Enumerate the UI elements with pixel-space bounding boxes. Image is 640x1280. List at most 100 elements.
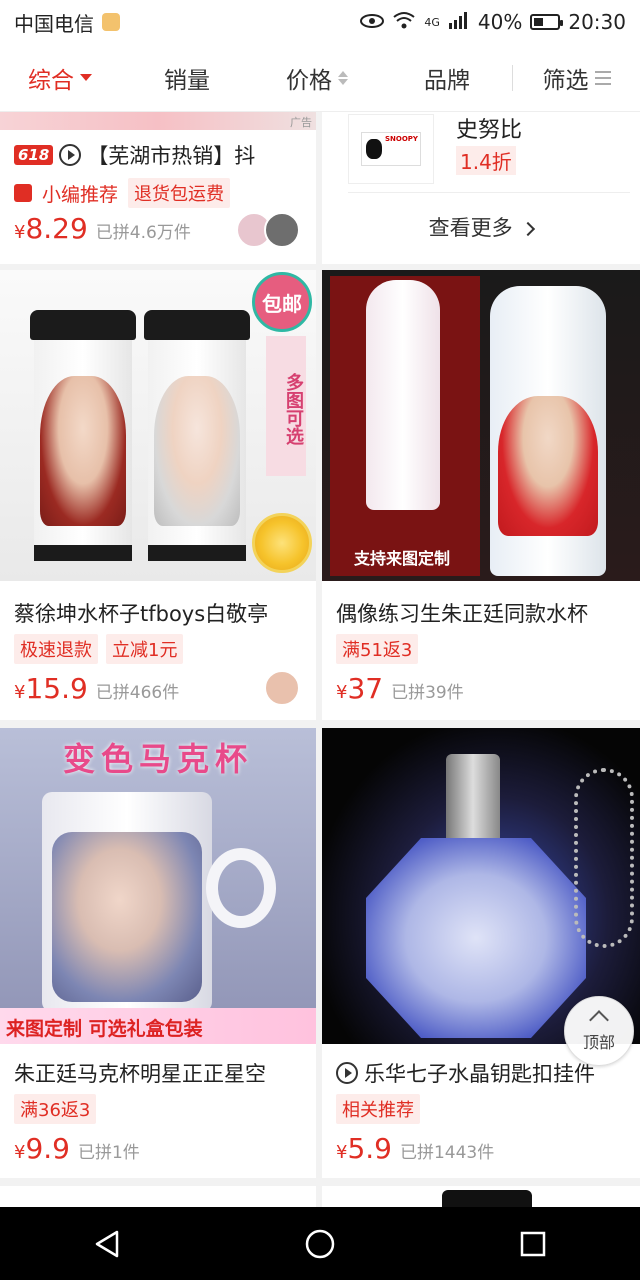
carrier-label: 中国电信 bbox=[14, 11, 94, 36]
divider bbox=[348, 192, 630, 193]
signal-icon bbox=[448, 10, 470, 34]
price: ¥15.9 bbox=[14, 672, 88, 705]
product-title: 618 【芜湖市热销】抖 bbox=[14, 140, 255, 170]
cup-image bbox=[30, 310, 136, 561]
product-card[interactable]: 包邮 多图可选 蔡徐坤水杯子tfboys白敬亭 极速退款 立减1元 ¥15.9 … bbox=[0, 270, 316, 720]
product-tags: 满51返3 bbox=[336, 634, 419, 664]
sort-bar: 综合 销量 价格 品牌 筛选 bbox=[0, 44, 640, 112]
nav-recents-button[interactable] bbox=[503, 1214, 563, 1274]
bottle-image bbox=[366, 280, 440, 510]
product-tag: 满51返3 bbox=[336, 634, 419, 664]
price-row: ¥37 已拼39件 bbox=[336, 672, 464, 705]
snoopy-logo-icon bbox=[361, 132, 421, 166]
video-play-icon bbox=[336, 1062, 358, 1084]
cup-image bbox=[144, 310, 250, 561]
tab-filter[interactable]: 筛选 bbox=[513, 61, 640, 95]
tab-comprehensive[interactable]: 综合 bbox=[12, 61, 122, 95]
price: ¥5.9 bbox=[336, 1132, 392, 1165]
avatar bbox=[264, 212, 300, 248]
price: ¥8.29 bbox=[14, 212, 88, 245]
mug-image bbox=[42, 792, 212, 1012]
sold-count: 已拼1件 bbox=[77, 1143, 140, 1163]
status-bar: 中国电信 4G 40% 20:30 bbox=[0, 0, 640, 44]
badge-618: 618 bbox=[14, 145, 54, 165]
price-value: 9.9 bbox=[25, 1132, 70, 1165]
eye-icon bbox=[360, 10, 385, 34]
sort-updown-icon bbox=[338, 70, 348, 85]
product-tags: 满36返3 bbox=[14, 1094, 97, 1124]
product-image bbox=[0, 112, 316, 130]
product-tags: 相关推荐 bbox=[336, 1094, 420, 1124]
carrier-badge-icon bbox=[102, 13, 120, 31]
nav-home-button[interactable] bbox=[290, 1214, 350, 1274]
product-card[interactable]: 广告 618 【芜湖市热销】抖 小编推荐 退货包运费 ¥8.29 已拼4.6万件 bbox=[0, 112, 316, 264]
keychain-cap-image bbox=[446, 754, 500, 844]
image-banner-text: 来图定制 可选礼盒包装 bbox=[6, 1018, 203, 1040]
product-title: 偶像练习生朱正廷同款水杯 bbox=[336, 602, 588, 626]
chain-image bbox=[574, 768, 634, 948]
image-caption: 支持来图定制 bbox=[354, 549, 451, 568]
price-value: 5.9 bbox=[347, 1132, 392, 1165]
product-tag: 相关推荐 bbox=[336, 1094, 420, 1124]
clock: 20:30 bbox=[568, 10, 626, 34]
back-triangle-icon bbox=[95, 1230, 118, 1257]
tab-comprehensive-label: 综合 bbox=[28, 67, 74, 94]
product-image: 变色马克杯 来图定制 可选礼盒包装 bbox=[0, 728, 316, 1044]
filter-menu-icon bbox=[594, 70, 611, 85]
product-image: 支持来图定制 bbox=[322, 270, 640, 581]
product-card[interactable] bbox=[322, 1186, 640, 1207]
wifi-icon bbox=[392, 10, 416, 34]
product-grid: 广告 618 【芜湖市热销】抖 小编推荐 退货包运费 ¥8.29 已拼4.6万件 bbox=[0, 112, 640, 1207]
product-image bbox=[442, 1190, 532, 1207]
product-title-text: 【芜湖市热销】抖 bbox=[87, 144, 256, 168]
sold-count: 已拼466件 bbox=[95, 683, 180, 703]
tab-filter-label: 筛选 bbox=[542, 67, 589, 94]
nav-back-button[interactable] bbox=[77, 1214, 137, 1274]
screen: 中国电信 4G 40% 20:30 综合 销量 价格 品牌 筛选 广告 618 … bbox=[0, 0, 640, 1280]
tab-price[interactable]: 价格 bbox=[252, 61, 382, 95]
mug-handle-image bbox=[206, 848, 276, 928]
tab-sales[interactable]: 销量 bbox=[122, 61, 252, 95]
product-tag: 退货包运费 bbox=[128, 178, 231, 208]
currency-symbol: ¥ bbox=[336, 682, 348, 703]
product-card[interactable]: 支持来图定制 偶像练习生朱正廷同款水杯 满51返3 ¥37 已拼39件 bbox=[322, 270, 640, 720]
tab-brand[interactable]: 品牌 bbox=[382, 61, 512, 95]
sold-count: 已拼1443件 bbox=[399, 1143, 495, 1163]
product-tag: 小编推荐 bbox=[42, 183, 119, 206]
video-play-icon bbox=[59, 144, 82, 166]
sold-count: 已拼39件 bbox=[391, 683, 464, 703]
brand-card[interactable]: 史努比 1.4折 查看更多 bbox=[322, 112, 640, 264]
product-image: 包邮 多图可选 bbox=[0, 270, 316, 581]
price: ¥9.9 bbox=[14, 1132, 70, 1165]
image-banner: 来图定制 可选礼盒包装 bbox=[0, 1008, 316, 1044]
product-tag: 立减1元 bbox=[106, 634, 184, 664]
product-title: 蔡徐坤水杯子tfboys白敬亭 bbox=[14, 602, 269, 626]
product-card[interactable]: 乐华七子水晶钥匙扣挂件 相关推荐 ¥5.9 已拼1443件 顶部 bbox=[322, 728, 640, 1178]
crystal-image bbox=[366, 838, 586, 1038]
tab-sales-label: 销量 bbox=[164, 67, 210, 94]
thumbs-up-icon bbox=[14, 184, 32, 202]
price-value: 8.29 bbox=[25, 212, 88, 245]
system-nav-bar bbox=[0, 1207, 640, 1280]
back-to-top-button[interactable]: 顶部 bbox=[564, 996, 634, 1066]
sold-count: 已拼4.6万件 bbox=[95, 223, 191, 243]
price-row: ¥8.29 已拼4.6万件 bbox=[14, 212, 191, 245]
lemon-image bbox=[252, 513, 312, 573]
chevron-up-icon bbox=[589, 1010, 609, 1030]
product-card[interactable]: 变色马克杯 来图定制 可选礼盒包装 朱正廷马克杯明星正正星空 满36返3 ¥9.… bbox=[0, 728, 316, 1178]
see-more-link[interactable]: 查看更多 bbox=[322, 212, 640, 242]
product-card[interactable] bbox=[0, 1186, 316, 1207]
product-tags: 小编推荐 退货包运费 bbox=[14, 178, 231, 208]
product-title: 朱正廷马克杯明星正正星空 bbox=[14, 1062, 266, 1086]
currency-symbol: ¥ bbox=[14, 682, 26, 703]
product-tags: 极速退款 立减1元 bbox=[14, 634, 184, 664]
product-tag: 满36返3 bbox=[14, 1094, 97, 1124]
product-title-text: 乐华七子水晶钥匙扣挂件 bbox=[364, 1062, 595, 1086]
battery-percent: 40% bbox=[477, 10, 523, 34]
price-value: 37 bbox=[347, 672, 384, 705]
currency-symbol: ¥ bbox=[14, 1142, 26, 1163]
currency-symbol: ¥ bbox=[14, 222, 26, 243]
bottle-image bbox=[490, 286, 606, 576]
price-row: ¥9.9 已拼1件 bbox=[14, 1132, 140, 1165]
tab-price-label: 价格 bbox=[286, 67, 332, 94]
